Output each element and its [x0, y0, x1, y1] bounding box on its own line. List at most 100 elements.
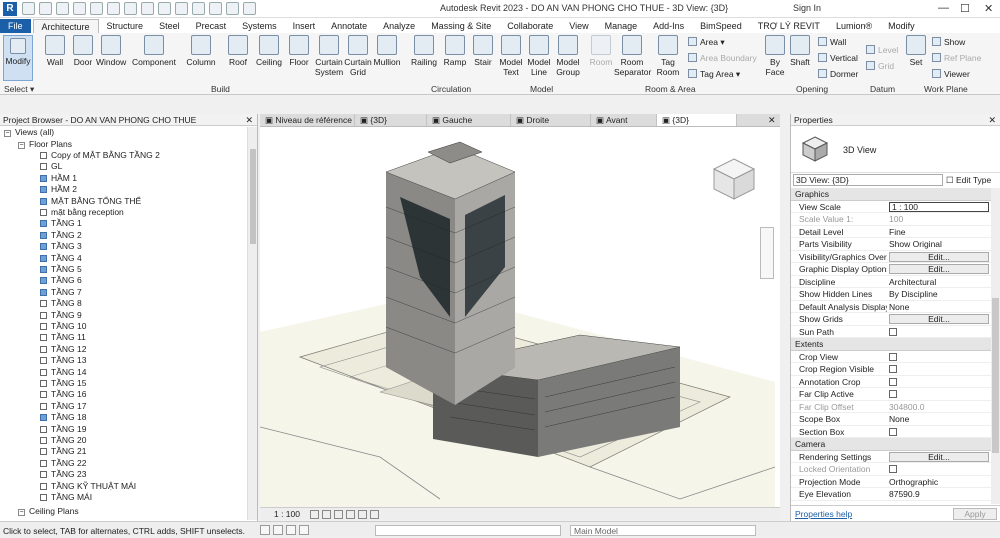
shadows-icon[interactable] — [346, 510, 355, 519]
measure-icon[interactable] — [107, 2, 120, 15]
door-button[interactable]: Door — [70, 35, 96, 67]
properties-help-link[interactable]: Properties help — [795, 509, 852, 519]
minimize-button[interactable]: — — [938, 2, 949, 14]
floor-plan-item[interactable]: TẦNG 21 — [40, 446, 86, 457]
area-button[interactable]: Area ▾ — [688, 37, 725, 48]
floor-plan-item[interactable]: TẦNG 3 — [40, 241, 82, 252]
3d-viewport[interactable] — [260, 127, 780, 507]
floor-plan-item[interactable]: TẦNG 13 — [40, 355, 86, 366]
ribbon-tab-17[interactable]: Modify — [880, 19, 923, 33]
ramp-button[interactable]: Ramp — [442, 35, 468, 67]
level-button[interactable]: Level — [866, 45, 898, 55]
set-work-plane-button[interactable]: Set — [904, 35, 928, 67]
detail-level-icon[interactable] — [310, 510, 319, 519]
editable-only-icon[interactable] — [286, 525, 296, 535]
thin-lines-icon[interactable] — [209, 2, 222, 15]
3d-view-icon[interactable] — [175, 2, 188, 15]
ceiling-plans-node[interactable]: − Ceiling Plans — [18, 506, 79, 517]
floor-plan-item[interactable]: GL — [40, 161, 62, 172]
floor-plan-item[interactable]: TẦNG 19 — [40, 424, 86, 435]
apply-button[interactable]: Apply — [953, 508, 997, 520]
ribbon-tab-11[interactable]: View — [561, 19, 596, 33]
curtain-grid-button[interactable]: Curtain Grid — [344, 35, 372, 77]
ribbon-tab-12[interactable]: Manage — [597, 19, 646, 33]
project-browser-scrollbar[interactable] — [247, 127, 257, 520]
ribbon-tab-3[interactable]: Steel — [151, 19, 188, 33]
property-group-header[interactable]: Camera — [791, 438, 991, 451]
property-value[interactable]: Fine — [889, 226, 989, 238]
property-checkbox[interactable] — [889, 352, 897, 361]
ribbon-tab-1[interactable]: Architecture — [32, 19, 99, 33]
property-value[interactable]: 87590.9 — [889, 488, 989, 500]
worksets-icon[interactable] — [260, 525, 270, 535]
property-value[interactable]: Orthographic — [889, 476, 989, 488]
floor-plan-item[interactable]: MẶT BẰNG TỔNG THỂ — [40, 196, 141, 207]
floor-plan-item[interactable]: HẦM 2 — [40, 184, 77, 195]
close-view-icon[interactable]: ✕ — [768, 115, 776, 126]
column-button[interactable]: Column — [186, 35, 216, 67]
save-icon[interactable] — [39, 2, 52, 15]
property-checkbox[interactable] — [889, 377, 897, 386]
property-edit-button[interactable]: Edit... — [889, 251, 989, 262]
collapse-icon[interactable]: − — [18, 509, 25, 516]
stair-button[interactable]: Stair — [470, 35, 496, 67]
railing-button[interactable]: Railing — [410, 35, 438, 67]
shaft-button[interactable]: Shaft — [788, 35, 812, 67]
vertical-opening-button[interactable]: Vertical — [818, 53, 858, 63]
floor-plan-item[interactable]: TẦNG 11 — [40, 332, 86, 343]
view-scale-label[interactable]: 1 : 100 — [274, 508, 300, 521]
property-edit-button[interactable]: Edit... — [889, 451, 989, 462]
view-tab-4[interactable]: ▣ Avant — [591, 114, 657, 126]
view-tab-1[interactable]: ▣ {3D} — [355, 114, 427, 126]
ribbon-tab-9[interactable]: Massing & Site — [423, 19, 499, 33]
switch-windows-icon[interactable] — [243, 2, 256, 15]
ribbon-tab-14[interactable]: BimSpeed — [692, 19, 750, 33]
component-button[interactable]: Component — [132, 35, 176, 67]
design-options-icon[interactable] — [273, 525, 283, 535]
print-icon[interactable] — [90, 2, 103, 15]
collapse-icon[interactable]: − — [18, 141, 25, 149]
ribbon-tab-10[interactable]: Collaborate — [499, 19, 561, 33]
dormer-button[interactable]: Dormer — [818, 69, 858, 79]
floor-plan-item[interactable]: TẦNG MÁI — [40, 492, 92, 503]
floor-plan-item[interactable]: TẦNG 1 — [40, 218, 82, 229]
ribbon-tab-16[interactable]: Lumion® — [828, 19, 880, 33]
revit-logo-icon[interactable]: R — [3, 2, 17, 16]
views-root-node[interactable]: − Views (all) — [4, 127, 54, 138]
floor-plan-item[interactable]: TẦNG 18 — [40, 412, 86, 423]
property-value[interactable]: None — [889, 301, 989, 313]
close-window-button[interactable]: ✕ — [984, 2, 993, 15]
property-checkbox[interactable] — [889, 365, 897, 373]
floor-plan-item[interactable]: TẦNG 5 — [40, 264, 82, 275]
floor-plan-item[interactable]: TẦNG 4 — [40, 253, 82, 264]
close-icon[interactable]: ✕ — [245, 114, 253, 126]
floor-plan-item[interactable]: TẦNG 20 — [40, 435, 86, 446]
floor-plan-item[interactable]: Copy of MẶT BẰNG TẦNG 2 — [40, 150, 160, 161]
active-model-dropdown[interactable]: Main Model — [570, 525, 756, 536]
ribbon-tab-7[interactable]: Annotate — [323, 19, 375, 33]
grid-button[interactable]: Grid — [866, 61, 894, 71]
workset-dropdown[interactable] — [375, 525, 561, 536]
property-value[interactable]: Show Original — [889, 238, 989, 250]
undo-icon[interactable] — [56, 2, 69, 15]
curtain-system-button[interactable]: Curtain System — [314, 35, 344, 77]
ribbon-tab-2[interactable]: Structure — [99, 19, 152, 33]
floor-plan-item[interactable]: TẦNG 12 — [40, 344, 86, 355]
view-cube[interactable] — [712, 157, 756, 201]
visual-style-icon[interactable] — [322, 510, 331, 519]
section-icon[interactable] — [192, 2, 205, 15]
floor-plan-item[interactable]: TẦNG KỸ THUẬT MÁI — [40, 481, 136, 492]
sign-in-link[interactable]: Sign In — [793, 3, 821, 13]
ribbon-tab-13[interactable]: Add-Ins — [645, 19, 692, 33]
tag-room-button[interactable]: Tag Room — [654, 35, 682, 77]
ribbon-tab-0[interactable]: File — [0, 19, 31, 33]
sun-path-icon[interactable] — [334, 510, 343, 519]
window-button[interactable]: Window — [96, 35, 126, 67]
viewer-button[interactable]: Viewer — [932, 69, 970, 79]
property-value[interactable]: None — [889, 413, 989, 425]
close-icon[interactable]: ✕ — [988, 114, 996, 126]
maximize-button[interactable]: ☐ — [960, 2, 970, 15]
select-panel-label[interactable]: Select ▾ — [4, 84, 34, 95]
property-value[interactable]: Architectural — [889, 276, 989, 288]
show-work-plane-button[interactable]: Show — [932, 37, 965, 47]
